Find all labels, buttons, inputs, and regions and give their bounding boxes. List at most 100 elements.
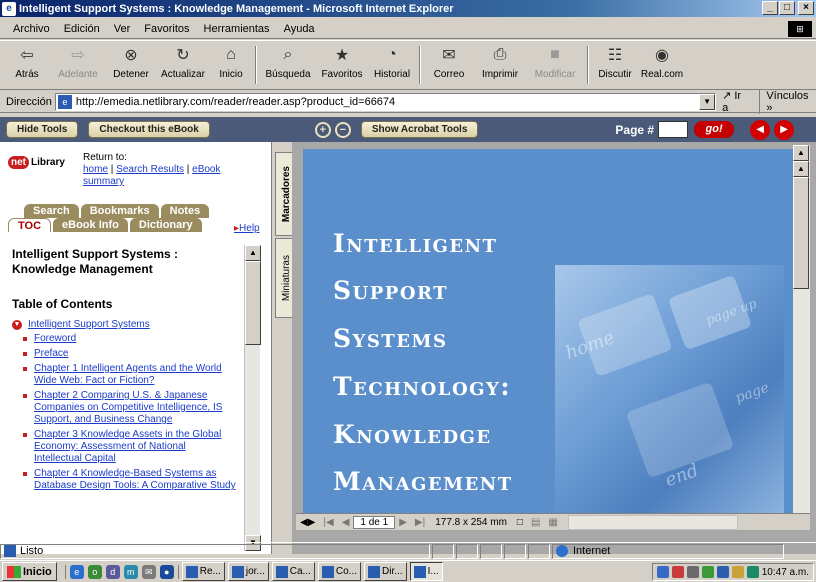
checkout-button[interactable]: Checkout this eBook [88,121,210,138]
back-button[interactable]: ⇦ Atrás [4,41,50,87]
doc-scroll-top-icon[interactable]: ▲ [793,145,809,161]
forward-button[interactable]: ⇨ Adelante [50,41,106,87]
stop-button[interactable]: ⊗ Detener [106,41,156,87]
search-button[interactable]: ⌕ Búsqueda [260,41,316,87]
go-page-button[interactable]: go! [694,121,735,138]
toc-link-chapter-3[interactable]: Chapter 3 Knowledge Assets in the Global… [34,429,221,464]
toc-root-link[interactable]: Intelligent Support Systems [28,319,150,330]
next-page-icon[interactable]: ▶ [774,119,795,140]
toc-link-preface[interactable]: Preface [34,348,68,359]
ie-quicklaunch-icon[interactable]: e [69,564,84,579]
mail-quicklaunch-icon[interactable]: ✉ [141,564,156,579]
toc-scrollbar[interactable]: ▲ ▼ [244,245,261,551]
menu-favoritos[interactable]: Favoritos [137,23,196,35]
tab-dictionary[interactable]: Dictionary [129,218,202,232]
facing-pages-icon[interactable]: ▦ [544,517,561,528]
tray-icon[interactable] [731,566,744,578]
menu-ayuda[interactable]: Ayuda [277,23,322,35]
collapse-icon[interactable]: ▼ [12,319,22,330]
page-number-input[interactable] [658,121,689,138]
help-link[interactable]: ▸Help [234,223,260,234]
toc-link-foreword[interactable]: Foreword [34,333,76,344]
realcom-button[interactable]: ◉ Real.com [638,41,686,87]
start-button[interactable]: Inicio [2,562,57,581]
zoom-out-icon[interactable]: − [334,121,351,138]
tab-toc[interactable]: TOC [8,218,52,232]
tray-icon[interactable] [701,566,714,578]
tray-icon[interactable] [716,566,729,578]
toc-link-chapter-2[interactable]: Chapter 2 Comparing U.S. & Japanese Comp… [34,390,222,425]
scroll-thumb[interactable] [245,261,261,345]
edit-button[interactable]: ■ Modificar [526,41,584,87]
task-button[interactable]: Ca... [271,562,315,581]
document-scrollbar[interactable]: ▲ ▲ [793,145,810,513]
menu-ver[interactable]: Ver [107,23,138,35]
tab-notes[interactable]: Notes [160,204,210,218]
address-input[interactable]: e http://emedia.netlibrary.com/reader/re… [54,92,717,111]
continuous-page-icon[interactable]: ▤ [527,517,544,528]
task-app-icon [275,565,288,578]
menu-edicion[interactable]: Edición [57,23,107,35]
return-search-results-link[interactable]: Search Results [116,164,184,175]
zoom-in-icon[interactable]: + [314,121,331,138]
maximize-button[interactable]: □ [779,1,795,15]
discuss-button[interactable]: ☷ Discutir [592,41,638,87]
links-button[interactable]: Vínculos » [759,89,816,114]
doc-scroll-up-icon[interactable]: ▲ [793,161,809,177]
refresh-button[interactable]: ↻ Actualizar [156,41,210,87]
media-quicklaunch-icon[interactable]: m [123,564,138,579]
single-page-icon[interactable]: □ [513,517,527,528]
minimize-button[interactable]: _ [762,1,778,15]
horizontal-scrollbar[interactable] [567,514,738,530]
menu-archivo[interactable]: Archivo [6,23,57,35]
close-button[interactable]: × [798,1,814,15]
tab-bookmarks[interactable]: Bookmarks [80,204,159,218]
show-acrobat-tools-button[interactable]: Show Acrobat Tools [360,121,479,138]
tab-ebook-info[interactable]: eBook Info [53,218,128,232]
history-button[interactable]: ◔ Historial [368,41,416,87]
home-button[interactable]: ⌂ Inicio [210,41,252,87]
toc-link-chapter-1[interactable]: Chapter 1 Intelligent Agents and the Wor… [34,363,222,386]
toc-link-chapter-4[interactable]: Chapter 4 Knowledge-Based Systems as Dat… [34,468,236,491]
system-tray: 10:47 a.m. [651,563,814,581]
links-label: Vínculos [766,89,809,102]
messenger-quicklaunch-icon[interactable]: ● [159,564,174,579]
tray-icon[interactable] [746,566,759,578]
print-button[interactable]: ⎙ Imprimir [474,41,526,87]
address-dropdown-icon[interactable]: ▼ [699,93,716,110]
tray-icon[interactable] [656,566,669,578]
scroll-up-icon[interactable]: ▲ [245,245,261,261]
page-counter[interactable]: 1 de 1 [353,515,396,529]
task-button-active[interactable]: I... [409,562,443,581]
previous-page-icon[interactable]: ◀ [750,119,771,140]
task-button[interactable]: Co... [317,562,362,581]
go-button[interactable]: ↗ Ir a [722,89,749,114]
task-button[interactable]: jor... [227,562,269,581]
favorites-button[interactable]: ★ Favoritos [316,41,368,87]
tray-icon[interactable] [686,566,699,578]
cover-title-line: Support [333,276,449,305]
go-label: Ir a [722,90,742,114]
prev-page-icon[interactable]: ◀ [338,517,354,528]
outlook-quicklaunch-icon[interactable]: o [87,564,102,579]
tab-search[interactable]: Search [24,204,79,218]
tray-icon[interactable] [671,566,684,578]
next-page-icon[interactable]: ▶ [395,517,411,528]
discuss-icon: ☷ [607,47,623,64]
status-text-cell: Listo [0,543,430,559]
return-home-link[interactable]: home [83,164,108,175]
hide-tools-button[interactable]: Hide Tools [6,121,79,138]
last-page-icon[interactable]: ▶| [411,517,429,528]
doc-scroll-thumb[interactable] [793,177,809,289]
toc-item: Preface [21,348,236,360]
task-button[interactable]: Re... [181,562,225,581]
mail-button[interactable]: ✉ Correo [424,41,474,87]
clock[interactable]: 10:47 a.m. [762,567,809,578]
toc-content: Intelligent Support Systems : Knowledge … [0,239,244,545]
split-handle-icon[interactable]: ◀▶ [296,517,319,528]
task-button[interactable]: Dir... [364,562,407,581]
menu-herramientas[interactable]: Herramientas [197,23,277,35]
forward-arrow-icon: ⇨ [71,47,85,64]
desktop-quicklaunch-icon[interactable]: d [105,564,120,579]
first-page-icon[interactable]: |◀ [319,517,337,528]
